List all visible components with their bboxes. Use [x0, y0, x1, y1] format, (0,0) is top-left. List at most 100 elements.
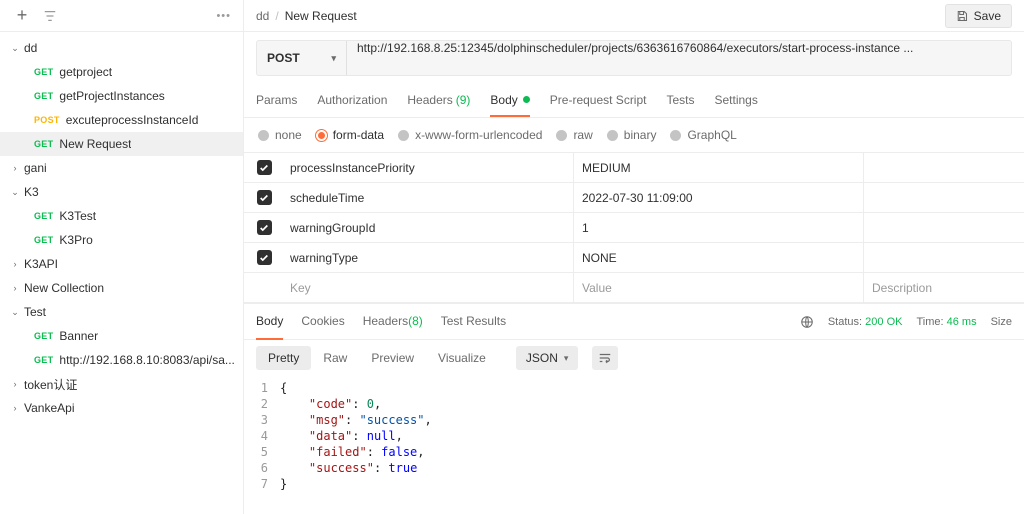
row-checkbox[interactable]	[244, 160, 284, 175]
method-badge: POST	[34, 115, 60, 125]
code-line: 7}	[244, 476, 1024, 492]
param-key[interactable]: warningType	[284, 243, 574, 272]
main-panel: dd / New Request Save POST ▾ http://192.…	[244, 0, 1024, 514]
tab-prerequest[interactable]: Pre-request Script	[550, 84, 647, 117]
breadcrumb-parent[interactable]: dd	[256, 9, 269, 23]
view-raw[interactable]: Raw	[311, 346, 359, 370]
chevron-icon: ⌄	[10, 43, 20, 54]
radio-raw[interactable]: raw	[556, 128, 592, 142]
request-label: getproject	[59, 65, 112, 79]
tab-tests[interactable]: Tests	[666, 84, 694, 117]
param-desc-placeholder[interactable]: Description	[864, 281, 1024, 295]
radio-binary[interactable]: binary	[607, 128, 657, 142]
request-item[interactable]: GETNew Request	[0, 132, 243, 156]
collection-label: K3	[24, 185, 39, 199]
request-item[interactable]: GETK3Test	[0, 204, 243, 228]
globe-icon[interactable]	[800, 315, 814, 329]
request-item[interactable]: GEThttp://192.168.8.10:8083/api/sa...	[0, 348, 243, 372]
response-section: Body Cookies Headers (8) Test Results St…	[244, 303, 1024, 514]
language-select[interactable]: JSON ▾	[516, 346, 579, 370]
form-data-row[interactable]: processInstancePriorityMEDIUM	[244, 153, 1024, 183]
resp-tab-cookies[interactable]: Cookies	[301, 304, 344, 340]
tab-body[interactable]: Body	[490, 84, 529, 117]
code-line: 1{	[244, 380, 1024, 396]
param-value-placeholder[interactable]: Value	[574, 273, 864, 302]
radio-urlencoded[interactable]: x-www-form-urlencoded	[398, 128, 542, 142]
code-line: 4 "data": null,	[244, 428, 1024, 444]
request-label: http://192.168.8.10:8083/api/sa...	[59, 353, 234, 367]
form-data-new-row[interactable]: KeyValueDescription	[244, 273, 1024, 303]
view-visualize[interactable]: Visualize	[426, 346, 498, 370]
radio-form-data[interactable]: form-data	[316, 128, 384, 142]
request-item[interactable]: GETgetProjectInstances	[0, 84, 243, 108]
collection-VankeApi[interactable]: ›VankeApi	[0, 396, 243, 420]
request-item[interactable]: GETK3Pro	[0, 228, 243, 252]
collection-K3[interactable]: ⌄ K3	[0, 180, 243, 204]
save-button[interactable]: Save	[945, 4, 1012, 28]
more-icon[interactable]: •••	[216, 10, 235, 22]
wrap-lines-button[interactable]	[592, 346, 618, 370]
request-item[interactable]: POSTexcuteprocessInstanceId	[0, 108, 243, 132]
method-badge: GET	[34, 67, 53, 77]
form-data-row[interactable]: scheduleTime2022-07-30 11:09:00	[244, 183, 1024, 213]
radio-graphql[interactable]: GraphQL	[670, 128, 736, 142]
view-preview[interactable]: Preview	[359, 346, 426, 370]
request-item[interactable]: GET getproject	[0, 60, 243, 84]
url-input[interactable]: http://192.168.8.25:12345/dolphinschedul…	[347, 41, 1011, 75]
tab-params[interactable]: Params	[256, 84, 297, 117]
new-icon[interactable]: +	[14, 8, 30, 24]
breadcrumb-row: dd / New Request Save	[244, 0, 1024, 32]
collection-label: Test	[24, 305, 46, 319]
form-data-row[interactable]: warningTypeNONE	[244, 243, 1024, 273]
tab-authorization[interactable]: Authorization	[317, 84, 387, 117]
chevron-icon: ›	[10, 379, 20, 389]
radio-none[interactable]: none	[258, 128, 302, 142]
chevron-icon: ⌄	[10, 307, 20, 318]
row-checkbox[interactable]	[244, 220, 284, 235]
param-value[interactable]: NONE	[574, 243, 864, 272]
resp-tab-headers[interactable]: Headers (8)	[363, 304, 423, 340]
breadcrumb-current: New Request	[285, 9, 357, 23]
tab-headers[interactable]: Headers(9)	[407, 84, 470, 117]
collection-gani[interactable]: ›gani	[0, 156, 243, 180]
response-body-viewer[interactable]: 1{2 "code": 0,3 "msg": "success",4 "data…	[244, 376, 1024, 514]
chevron-down-icon: ▾	[331, 53, 336, 64]
view-pretty[interactable]: Pretty	[256, 346, 311, 370]
save-icon	[956, 10, 968, 22]
method-badge: GET	[34, 235, 53, 245]
row-checkbox[interactable]	[244, 250, 284, 265]
param-key[interactable]: scheduleTime	[284, 183, 574, 212]
collection-token认证[interactable]: ›token认证	[0, 372, 243, 396]
form-data-row[interactable]: warningGroupId1	[244, 213, 1024, 243]
chevron-down-icon: ▾	[564, 353, 569, 364]
resp-tab-tests[interactable]: Test Results	[441, 304, 506, 340]
filter-icon[interactable]	[42, 8, 58, 24]
param-value[interactable]: MEDIUM	[574, 153, 864, 182]
method-badge: GET	[34, 211, 53, 221]
request-item[interactable]: GETBanner	[0, 324, 243, 348]
tab-settings[interactable]: Settings	[715, 84, 758, 117]
resp-tab-body[interactable]: Body	[256, 304, 283, 340]
collection-Test[interactable]: ⌄ Test	[0, 300, 243, 324]
param-key[interactable]: processInstancePriority	[284, 153, 574, 182]
param-value[interactable]: 1	[574, 213, 864, 242]
chevron-icon: ⌄	[10, 187, 20, 198]
param-value[interactable]: 2022-07-30 11:09:00	[574, 183, 864, 212]
param-key[interactable]: warningGroupId	[284, 213, 574, 242]
param-key-placeholder[interactable]: Key	[284, 273, 574, 302]
collection-label: New Collection	[24, 281, 104, 295]
collection-dd[interactable]: ⌄dd	[0, 36, 243, 60]
request-label: Banner	[59, 329, 98, 343]
method-select[interactable]: POST ▾	[257, 41, 347, 75]
breadcrumb-sep: /	[275, 9, 278, 23]
request-label: getProjectInstances	[59, 89, 164, 103]
code-line: 6 "success": true	[244, 460, 1024, 476]
collection-New Collection[interactable]: › New Collection	[0, 276, 243, 300]
row-checkbox[interactable]	[244, 190, 284, 205]
chevron-icon: ›	[10, 283, 20, 293]
collections-tree: ⌄ddGETgetprojectGETgetProjectInstancesPO…	[0, 32, 243, 514]
chevron-icon: ›	[10, 403, 20, 413]
form-data-table: processInstancePriorityMEDIUMscheduleTim…	[244, 152, 1024, 303]
collection-K3API[interactable]: ›K3API	[0, 252, 243, 276]
request-tabs: Params Authorization Headers(9) Body Pre…	[244, 84, 1024, 118]
